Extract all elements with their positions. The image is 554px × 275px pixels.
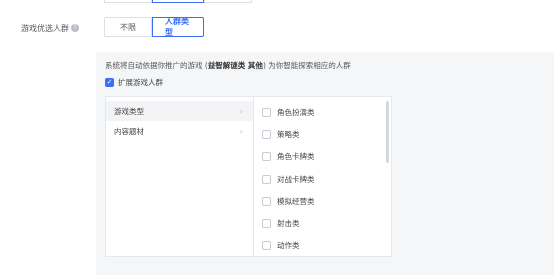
option-action[interactable]: 动作类 (254, 235, 391, 257)
option-simulation[interactable]: 模拟经营类 (254, 190, 391, 212)
category-column: 游戏类型 › 内容题材 › (106, 97, 254, 256)
option-strategy[interactable]: 策略类 (254, 123, 391, 145)
crowd-settings-panel: 系统将自动依据你推广的游戏 (益智解谜类 其他) 为你智能探索相应的人群 ✓ 扩… (96, 52, 554, 275)
desc-suffix: ) 为你智能探索相应的人群 (262, 61, 351, 70)
filter-label: 游戏优选人群 (21, 23, 69, 33)
option-label: 模拟经营类 (277, 196, 315, 206)
crowd-type-segmented-control: 不限 人群类型 (104, 17, 204, 37)
chevron-right-icon: › (239, 126, 243, 136)
category-game-type[interactable]: 游戏类型 › (106, 101, 253, 121)
option-label: 角色扮演类 (277, 107, 315, 117)
option-role-card[interactable]: 角色卡牌类 (254, 146, 391, 168)
option-label: 射击类 (277, 219, 300, 229)
checkbox[interactable] (262, 219, 271, 229)
option-shooting[interactable]: 射击类 (254, 212, 391, 234)
option-unlimited-button[interactable]: 不限 (104, 17, 152, 37)
previous-control-edge (104, 0, 252, 3)
option-label: 对战卡牌类 (277, 174, 315, 184)
expand-crowd-checkbox-row[interactable]: ✓ 扩展游戏人群 (105, 77, 163, 88)
crowd-cascader: 游戏类型 › 内容题材 › 角色扮演类 策略类 角色卡牌类 对战卡牌类 模拟经营… (105, 96, 392, 257)
prev-segment-left (104, 0, 152, 3)
checkbox[interactable] (262, 129, 271, 139)
checkbox[interactable] (262, 152, 271, 162)
desc-game-category: 益智解谜类 其他 (207, 61, 263, 70)
category-content-theme[interactable]: 内容题材 › (106, 121, 253, 141)
option-crowd-type-button[interactable]: 人群类型 (152, 17, 204, 37)
checkbox-checked-icon[interactable]: ✓ (105, 78, 114, 87)
prev-segment-right (204, 0, 252, 3)
question-circle-icon[interactable]: ? (71, 24, 79, 32)
auto-explore-description: 系统将自动依据你推广的游戏 (益智解谜类 其他) 为你智能探索相应的人群 (105, 60, 351, 71)
option-label: 角色卡牌类 (277, 152, 315, 162)
options-column: 角色扮演类 策略类 角色卡牌类 对战卡牌类 模拟经营类 射击类 动作类 (254, 97, 391, 256)
checkbox[interactable] (262, 174, 271, 184)
expand-crowd-label: 扩展游戏人群 (118, 78, 163, 87)
checkbox[interactable] (262, 107, 271, 117)
option-label: 策略类 (277, 129, 300, 139)
option-label: 动作类 (277, 241, 300, 251)
option-battle-card[interactable]: 对战卡牌类 (254, 168, 391, 190)
chevron-right-icon: › (239, 106, 243, 116)
category-label: 内容题材 (114, 126, 144, 136)
desc-prefix: 系统将自动依据你推广的游戏 ( (105, 61, 208, 70)
options-scrollbar[interactable] (386, 101, 389, 163)
checkbox[interactable] (262, 241, 271, 251)
option-role-playing[interactable]: 角色扮演类 (254, 101, 391, 123)
checkbox[interactable] (262, 196, 271, 206)
filter-label-row: 游戏优选人群 ? (21, 20, 79, 36)
category-label: 游戏类型 (114, 106, 144, 116)
prev-segment-active (152, 0, 204, 3)
